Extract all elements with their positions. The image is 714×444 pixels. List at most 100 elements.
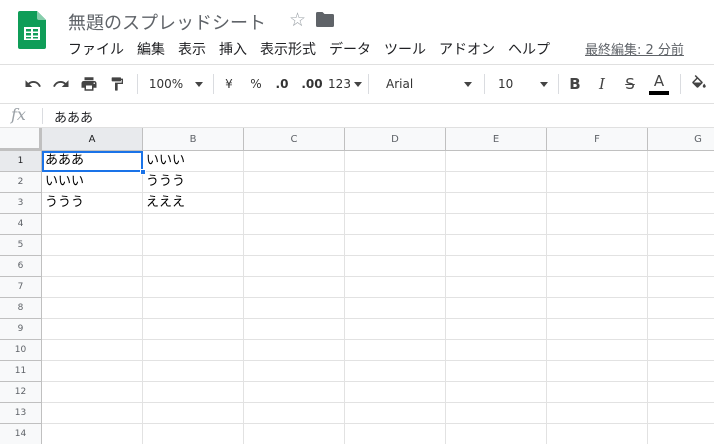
cell-b10[interactable] [143, 340, 244, 361]
cell-g1[interactable] [648, 151, 714, 172]
cell-b14[interactable] [143, 424, 244, 444]
cell-d14[interactable] [345, 424, 446, 444]
cell-d4[interactable] [345, 214, 446, 235]
menu-file[interactable]: ファイル [68, 39, 124, 59]
column-header-b[interactable]: B [143, 128, 244, 151]
cell-g14[interactable] [648, 424, 714, 444]
sheets-logo-icon[interactable] [18, 11, 46, 49]
cell-g12[interactable] [648, 382, 714, 403]
formula-input[interactable]: あああ [54, 107, 93, 126]
star-icon[interactable]: ☆ [289, 9, 306, 31]
cell-c1[interactable] [244, 151, 345, 172]
cell-f2[interactable] [547, 172, 648, 193]
percent-format-button[interactable]: % [245, 65, 267, 103]
cell-b6[interactable] [143, 256, 244, 277]
increase-decimal-button[interactable]: .00 [298, 65, 326, 103]
row-header-6[interactable]: 6 [0, 256, 42, 277]
print-button[interactable] [76, 65, 102, 103]
redo-button[interactable] [48, 65, 74, 103]
column-header-e[interactable]: E [446, 128, 547, 151]
zoom-select[interactable]: 100% [145, 65, 207, 103]
menu-edit[interactable]: 編集 [137, 39, 165, 59]
cell-b3[interactable]: えええ [143, 193, 244, 214]
cell-d13[interactable] [345, 403, 446, 424]
cell-e13[interactable] [446, 403, 547, 424]
cell-f11[interactable] [547, 361, 648, 382]
column-header-d[interactable]: D [345, 128, 446, 151]
strikethrough-button[interactable]: S [618, 65, 642, 103]
cell-e5[interactable] [446, 235, 547, 256]
cell-d11[interactable] [345, 361, 446, 382]
cell-g9[interactable] [648, 319, 714, 340]
cell-c6[interactable] [244, 256, 345, 277]
folder-icon[interactable] [316, 12, 334, 31]
cell-g11[interactable] [648, 361, 714, 382]
cell-a3[interactable]: ううう [42, 193, 143, 214]
cell-e3[interactable] [446, 193, 547, 214]
menu-view[interactable]: 表示 [178, 39, 206, 59]
font-select[interactable]: Arial [378, 65, 476, 103]
menu-help[interactable]: ヘルプ [508, 39, 550, 59]
cell-a8[interactable] [42, 298, 143, 319]
cell-f1[interactable] [547, 151, 648, 172]
cell-e9[interactable] [446, 319, 547, 340]
last-edit-link[interactable]: 最終編集: 2 分前 [585, 39, 684, 58]
cell-b2[interactable]: ううう [143, 172, 244, 193]
cell-f8[interactable] [547, 298, 648, 319]
fill-handle[interactable] [140, 169, 146, 175]
document-title[interactable]: 無題のスプレッドシート [68, 9, 266, 35]
cell-a5[interactable] [42, 235, 143, 256]
cell-e8[interactable] [446, 298, 547, 319]
cell-f12[interactable] [547, 382, 648, 403]
bold-button[interactable]: B [563, 65, 587, 103]
cell-f6[interactable] [547, 256, 648, 277]
cell-e4[interactable] [446, 214, 547, 235]
cell-e11[interactable] [446, 361, 547, 382]
cell-d7[interactable] [345, 277, 446, 298]
cell-g8[interactable] [648, 298, 714, 319]
cell-b13[interactable] [143, 403, 244, 424]
cell-e14[interactable] [446, 424, 547, 444]
cell-d9[interactable] [345, 319, 446, 340]
cell-f4[interactable] [547, 214, 648, 235]
cell-c3[interactable] [244, 193, 345, 214]
row-header-3[interactable]: 3 [0, 193, 42, 214]
cell-f10[interactable] [547, 340, 648, 361]
cell-f13[interactable] [547, 403, 648, 424]
row-header-8[interactable]: 8 [0, 298, 42, 319]
paint-format-button[interactable] [104, 65, 130, 103]
cell-b12[interactable] [143, 382, 244, 403]
cell-g2[interactable] [648, 172, 714, 193]
cell-d8[interactable] [345, 298, 446, 319]
menu-tools[interactable]: ツール [384, 39, 426, 59]
row-header-10[interactable]: 10 [0, 340, 42, 361]
cell-f14[interactable] [547, 424, 648, 444]
cell-a1[interactable]: あああ [42, 151, 143, 172]
cell-g7[interactable] [648, 277, 714, 298]
row-header-13[interactable]: 13 [0, 403, 42, 424]
cell-a11[interactable] [42, 361, 143, 382]
currency-format-button[interactable]: ¥ [218, 65, 240, 103]
cell-a7[interactable] [42, 277, 143, 298]
cell-d5[interactable] [345, 235, 446, 256]
cell-c12[interactable] [244, 382, 345, 403]
row-header-5[interactable]: 5 [0, 235, 42, 256]
cell-g5[interactable] [648, 235, 714, 256]
cell-d2[interactable] [345, 172, 446, 193]
menu-format[interactable]: 表示形式 [260, 39, 316, 59]
cell-g6[interactable] [648, 256, 714, 277]
cell-c14[interactable] [244, 424, 345, 444]
cell-a2[interactable]: いいい [42, 172, 143, 193]
cell-c4[interactable] [244, 214, 345, 235]
cell-d1[interactable] [345, 151, 446, 172]
italic-button[interactable]: I [590, 65, 614, 103]
cell-e12[interactable] [446, 382, 547, 403]
menu-data[interactable]: データ [329, 39, 371, 59]
more-formats-button[interactable]: 123 [328, 65, 362, 103]
cell-b9[interactable] [143, 319, 244, 340]
text-color-button[interactable]: A [646, 65, 672, 103]
cell-b11[interactable] [143, 361, 244, 382]
undo-button[interactable] [20, 65, 46, 103]
cell-a4[interactable] [42, 214, 143, 235]
cell-g4[interactable] [648, 214, 714, 235]
